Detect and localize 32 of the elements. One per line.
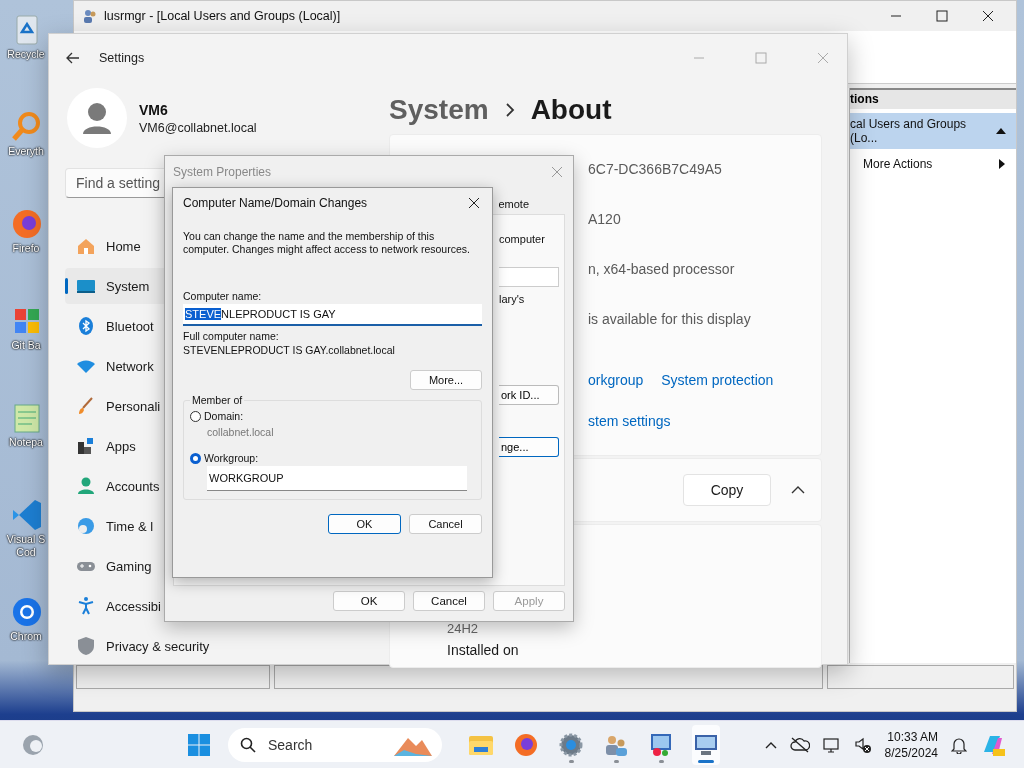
desktop-icon-label: Cod — [16, 546, 36, 559]
field-label: Full computer name: — [183, 330, 280, 342]
desktop-icon-label: Notepa — [9, 436, 43, 449]
spec-value: A120 — [588, 210, 622, 229]
spec-value: 24H2 — [447, 621, 480, 636]
radio-label: Workgroup: — [204, 452, 259, 464]
desktop-icon-label: Recycle — [7, 48, 45, 61]
spec-value: n, x64-based processor — [588, 260, 736, 279]
window-title: Settings — [99, 51, 145, 65]
user-name: VM6 — [139, 101, 169, 118]
window-title: System Properties — [173, 165, 272, 179]
desktop-icon-label: Visual S — [6, 533, 46, 546]
desktop-icon-label: Git Ba — [11, 339, 41, 352]
dialog-title: Computer Name/Domain Changes — [183, 196, 368, 210]
radio-label: Domain: — [204, 410, 244, 422]
field-label: Computer name: — [183, 290, 263, 302]
full-computer-name: STEVENLEPRODUCT IS GAY.collabnet.local — [183, 344, 396, 356]
actions-header: tions — [850, 88, 1016, 109]
desktop-icon-label: Firefo — [12, 242, 40, 255]
spec-value: 6C7-DC366B7C49A5 — [588, 160, 723, 179]
group-label: Member of — [191, 394, 244, 406]
desktop-icon-label: Chrom — [10, 630, 42, 643]
page-title: About — [530, 94, 612, 126]
spec-value: is available for this display — [588, 310, 752, 329]
description-text: You can change the name and the membership of this computer. Changes might affect access to network resources. — [183, 230, 471, 256]
text-fragment: computer — [499, 233, 546, 245]
window-title: lusrmgr - [Local Users and Groups (Local)] — [104, 9, 341, 23]
text-fragment: lary's — [499, 293, 526, 305]
spec-label: Installed on — [447, 642, 520, 658]
user-email: VM6@collabnet.local — [139, 120, 257, 135]
desktop-icon-label: Everyth — [8, 145, 44, 158]
field-value: collabnet.local — [207, 426, 275, 438]
